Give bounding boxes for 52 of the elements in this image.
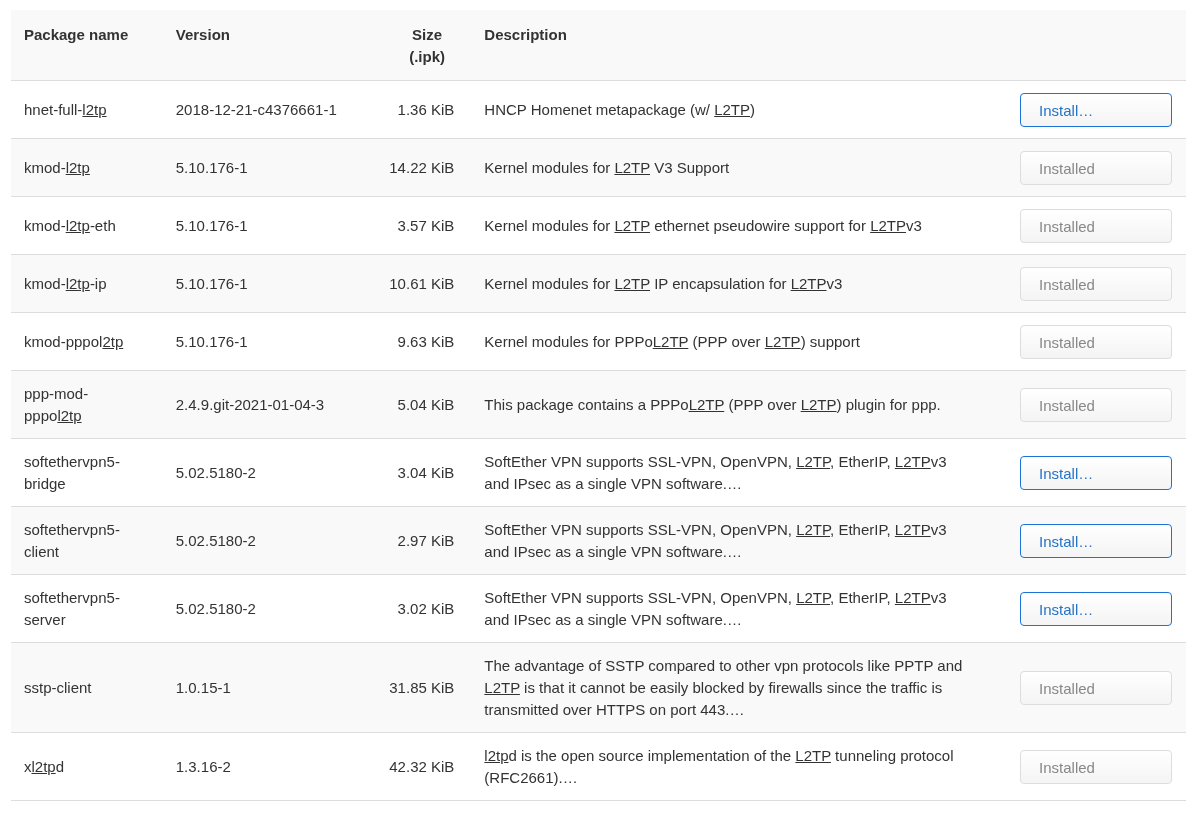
install-button[interactable]: Install… bbox=[1020, 93, 1173, 127]
package-version: 5.02.5180-2 bbox=[175, 532, 256, 549]
package-version: 5.10.176-1 bbox=[175, 217, 248, 234]
package-version: 5.02.5180-2 bbox=[175, 600, 256, 617]
package-version: 1.0.15-1 bbox=[175, 679, 231, 696]
package-description: Kernel modules for L2TP V3 Support bbox=[484, 159, 730, 176]
package-size: 3.04 KiB bbox=[397, 464, 455, 481]
package-description: HNCP Homenet metapackage (w/ L2TP) bbox=[484, 101, 755, 118]
package-description: SoftEther VPN supports SSL-VPN, OpenVPN, L2TP, EtherIP, L2TPv3 and IPsec as a single VPN software.… bbox=[484, 453, 947, 492]
package-name: kmod-l2tp-ip bbox=[24, 275, 107, 292]
package-version: 5.10.176-1 bbox=[175, 159, 248, 176]
package-name: softethervpn5-client bbox=[24, 521, 120, 560]
package-description: l2tpd is the open source implementation of the L2TP tunneling protocol (RFC2661).… bbox=[484, 747, 954, 786]
install-button[interactable]: Install… bbox=[1020, 592, 1173, 626]
package-description: SoftEther VPN supports SSL-VPN, OpenVPN, L2TP, EtherIP, L2TPv3 and IPsec as a single VPN software.… bbox=[484, 521, 947, 560]
package-size: 10.61 KiB bbox=[389, 275, 455, 292]
column-header: Package name bbox=[24, 25, 129, 45]
package-size: 42.32 KiB bbox=[389, 758, 455, 775]
package-size: 3.57 KiB bbox=[397, 217, 455, 234]
install-button[interactable]: Install… bbox=[1020, 524, 1173, 558]
package-name: ppp-mod-pppol2tp bbox=[24, 385, 89, 424]
package-size: 2.97 KiB bbox=[397, 532, 455, 549]
package-name: kmod-l2tp bbox=[24, 159, 90, 176]
package-name: xl2tpd bbox=[24, 758, 65, 775]
package-size: 14.22 KiB bbox=[389, 159, 455, 176]
package-description: The advantage of SSTP compared to other vpn protocols like PPTP and L2TP is that it cannot be easily blocked by firewalls since the traffic is transmitted over HTTPS on port 443.… bbox=[484, 657, 963, 718]
package-description: SoftEther VPN supports SSL-VPN, OpenVPN, L2TP, EtherIP, L2TPv3 and IPsec as a single VPN software.… bbox=[484, 589, 947, 628]
package-description: Kernel modules for PPPoL2TP (PPP over L2TP) support bbox=[484, 333, 860, 350]
package-name: softethervpn5-server bbox=[24, 589, 120, 628]
package-name: hnet-full-l2tp bbox=[24, 101, 107, 118]
package-description: Kernel modules for L2TP IP encapsulation for L2TPv3 bbox=[484, 275, 843, 292]
package-version: 5.10.176-1 bbox=[175, 275, 248, 292]
package-size: 5.04 KiB bbox=[397, 396, 455, 413]
package-version: 2018-12-21-c4376661-1 bbox=[175, 101, 337, 118]
package-name: sstp-client bbox=[24, 679, 92, 696]
package-size: 1.36 KiB bbox=[397, 101, 455, 118]
package-size: 31.85 KiB bbox=[389, 679, 455, 696]
install-button[interactable]: Install… bbox=[1020, 456, 1173, 490]
package-size: 3.02 KiB bbox=[397, 600, 455, 617]
package-name: softethervpn5-bridge bbox=[24, 453, 120, 492]
column-header: Description bbox=[484, 25, 567, 45]
package-version: 5.10.176-1 bbox=[175, 333, 248, 350]
package-name: kmod-pppol2tp bbox=[24, 333, 124, 350]
package-description: This package contains a PPPoL2TP (PPP over L2TP) plugin for ppp. bbox=[484, 396, 941, 413]
package-name: kmod-l2tp-eth bbox=[24, 217, 116, 234]
package-version: 5.02.5180-2 bbox=[175, 464, 256, 481]
column-header: Size (.ipk) bbox=[408, 25, 446, 67]
package-size: 9.63 KiB bbox=[397, 333, 455, 350]
package-description: Kernel modules for L2TP ethernet pseudowire support for L2TPv3 bbox=[484, 217, 922, 234]
package-version: 2.4.9.git-2021-01-04-3 bbox=[175, 396, 325, 413]
package-version: 1.3.16-2 bbox=[175, 758, 231, 775]
column-header: Version bbox=[175, 25, 230, 45]
